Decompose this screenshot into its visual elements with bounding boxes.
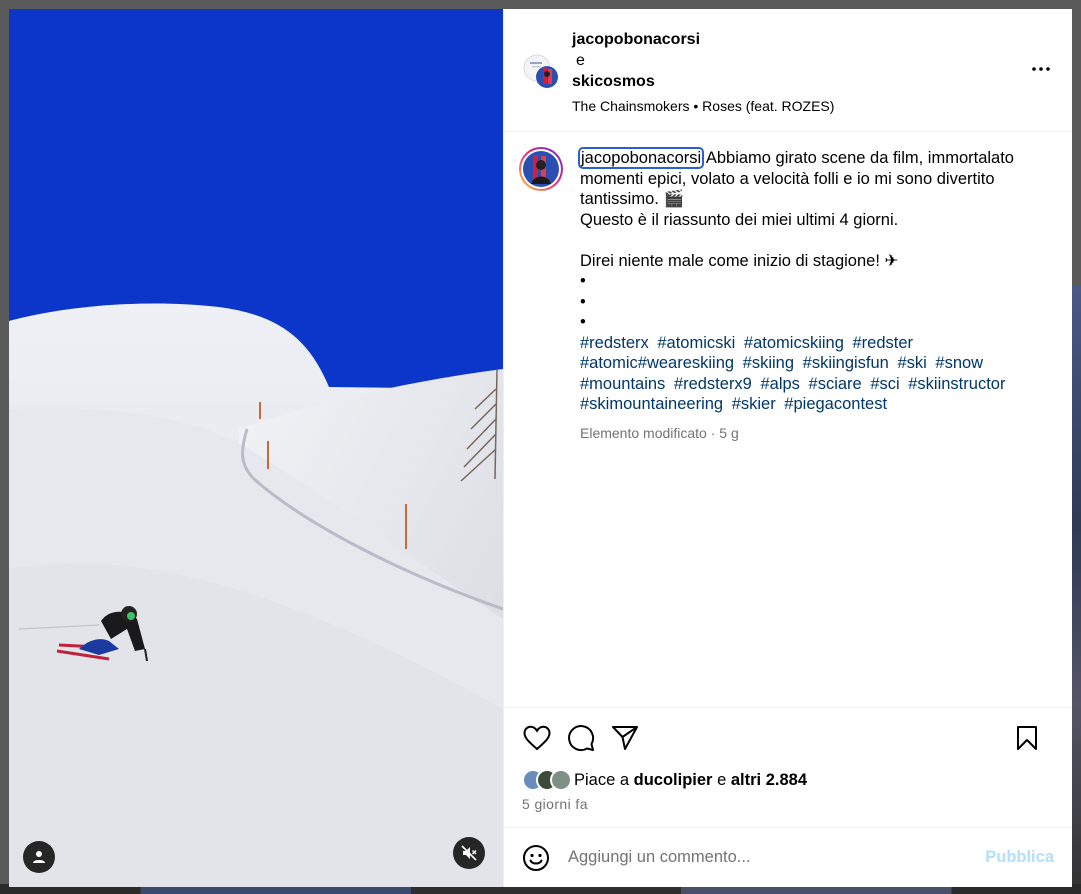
hashtag-link[interactable]: #sci	[870, 375, 899, 393]
caption-text: Abbiamo girato scene da film, immortalat…	[580, 149, 1014, 331]
more-horizontal-icon	[1032, 67, 1050, 71]
likes-conjunction: e	[717, 770, 727, 789]
caption-author-link[interactable]: jacopobonacorsi	[577, 147, 705, 169]
hashtag-link[interactable]: #piegacontest	[784, 395, 887, 413]
hashtag-link[interactable]: #redster	[852, 334, 913, 352]
hashtag-link[interactable]: #sciare	[809, 375, 862, 393]
tagged-users-button[interactable]	[23, 841, 55, 873]
liker-avatars	[522, 769, 572, 791]
caption-meta: Elemento modificato · 5 g	[580, 424, 739, 441]
hashtag-link[interactable]: #mountains	[580, 375, 665, 393]
hashtag-link[interactable]: #redsterx	[580, 334, 649, 352]
hashtag-link[interactable]: #alps	[760, 375, 799, 393]
liker-avatar	[550, 769, 572, 791]
collab-author-1[interactable]: jacopobonacorsi	[572, 29, 1072, 50]
heart-icon	[523, 725, 551, 751]
author-avatar[interactable]	[518, 146, 564, 192]
hashtag-link[interactable]: #skier	[732, 395, 776, 413]
comment-input[interactable]	[568, 848, 986, 867]
comment-button[interactable]	[566, 723, 596, 753]
share-button[interactable]	[610, 723, 640, 753]
bookmark-icon	[1017, 726, 1037, 750]
backdrop-feed-edge	[1071, 285, 1081, 885]
hashtag-link[interactable]: #skiinstructor	[908, 375, 1005, 393]
hashtag-link[interactable]: #ski	[897, 354, 926, 372]
collab-conjunction: e	[576, 52, 585, 69]
collab-avatar[interactable]	[522, 52, 562, 92]
publish-button[interactable]: Pubblica	[985, 848, 1054, 867]
post-sidebar: jacopobonacorsi e skicosmos The Chainsmo…	[503, 9, 1072, 887]
hashtag-link[interactable]: #snow	[935, 354, 983, 372]
ski-scene-image	[9, 9, 503, 887]
hashtag-link[interactable]: #skimountaineering	[580, 395, 723, 413]
post-modal: jacopobonacorsi e skicosmos The Chainsmo…	[9, 9, 1072, 887]
likes-summary[interactable]: Piace a ducolipier e altri 2.884	[522, 768, 1054, 792]
like-button[interactable]	[522, 723, 552, 753]
likes-prefix: Piace a	[574, 770, 630, 789]
user-icon	[33, 851, 45, 863]
paper-plane-icon	[612, 726, 638, 750]
hashtag-link[interactable]: #redsterx9	[674, 375, 752, 393]
muted-speaker-icon	[461, 845, 477, 861]
hashtag-link[interactable]: #atomicski	[657, 334, 735, 352]
hashtag-link[interactable]: #atomicskiing	[744, 334, 844, 352]
hashtag-link[interactable]: #skiing	[743, 354, 794, 372]
post-video[interactable]	[9, 9, 503, 887]
post-timestamp[interactable]: 5 giorni fa	[522, 796, 1054, 812]
comment-bar: Pubblica	[504, 827, 1072, 887]
hashtag-link[interactable]: #skiingisfun	[803, 354, 889, 372]
liker-username[interactable]: ducolipier	[634, 771, 713, 790]
more-options-button[interactable]	[1032, 59, 1050, 71]
hashtag-list: #redsterx #atomicski #atomicskiing #reds…	[580, 333, 1028, 415]
hashtag-link[interactable]: #atomic#weareskiing	[580, 354, 734, 372]
save-button[interactable]	[1012, 723, 1042, 753]
post-header: jacopobonacorsi e skicosmos The Chainsmo…	[504, 9, 1072, 132]
mute-button[interactable]	[453, 837, 485, 869]
post-actions: Piace a ducolipier e altri 2.884 5 giorn…	[504, 707, 1072, 827]
emoji-icon[interactable]	[522, 844, 550, 872]
caption-section: jacopobonacorsi Abbiamo girato scene da …	[504, 132, 1072, 707]
collab-author-2[interactable]: skicosmos	[572, 71, 1072, 92]
audio-track-link[interactable]: The Chainsmokers • Roses (feat. ROZES)	[572, 95, 1072, 117]
likes-others-count[interactable]: altri 2.884	[731, 771, 807, 790]
comment-icon	[568, 725, 595, 752]
